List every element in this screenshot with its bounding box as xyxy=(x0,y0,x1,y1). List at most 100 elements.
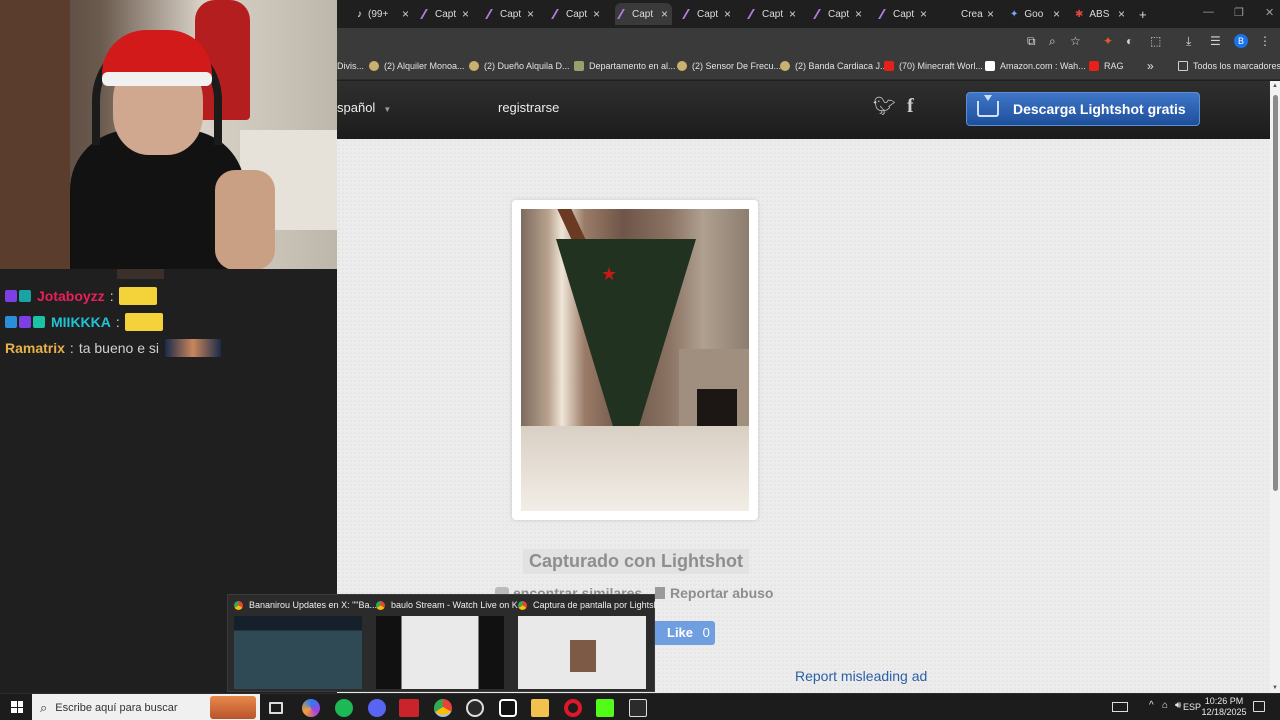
screenshot-image[interactable]: ★ xyxy=(521,209,749,511)
keyboard-icon[interactable] xyxy=(1112,702,1128,712)
new-tab-button[interactable]: + xyxy=(1139,3,1147,25)
page-scrollbar[interactable]: ▲ ▼ xyxy=(1270,81,1280,693)
kick-icon[interactable] xyxy=(596,699,614,717)
volume-icon[interactable]: 🔊︎ xyxy=(1175,700,1181,711)
window-preview[interactable]: Captura de pantalla por Lightsh... xyxy=(512,595,666,693)
task-view-icon[interactable] xyxy=(269,702,283,714)
tab-lightshot-active[interactable]: Capt × xyxy=(615,3,672,25)
close-tab-icon[interactable]: × xyxy=(402,7,409,21)
close-tab-icon[interactable]: × xyxy=(661,7,668,21)
facebook-like-button[interactable]: Like 0 xyxy=(647,621,715,645)
tab-abs[interactable]: ✱ ABS × xyxy=(1075,3,1125,25)
capcut-icon[interactable] xyxy=(499,699,517,717)
scrollbar-thumb[interactable] xyxy=(1273,95,1278,491)
like-label: Like xyxy=(667,625,694,640)
bookmark-label: Divis... xyxy=(337,61,364,71)
extension-fox-icon[interactable]: ✦ xyxy=(1103,34,1113,48)
close-tab-icon[interactable]: × xyxy=(789,7,796,21)
profile-avatar[interactable]: B xyxy=(1234,34,1248,48)
twitter-icon[interactable]: 🐦︎ xyxy=(873,96,896,117)
bookmark-item[interactable]: Divis... xyxy=(337,61,364,71)
tab-label: Capt xyxy=(762,8,784,20)
spotify-icon[interactable] xyxy=(335,699,353,717)
copilot-icon[interactable] xyxy=(302,699,320,717)
like-count: 0 xyxy=(702,625,710,640)
bookmark-item[interactable]: Departamento en al... xyxy=(574,61,676,71)
bookmarks-overflow-button[interactable]: » xyxy=(1147,59,1154,73)
restore-icon[interactable]: ❐ xyxy=(1234,6,1244,19)
tab-gemini[interactable]: ✦ Goo × xyxy=(1010,3,1060,25)
menu-icon[interactable]: ⋮ xyxy=(1259,34,1271,48)
bookmark-label: (2) Dueño Alquila D... xyxy=(484,61,570,71)
file-explorer-icon[interactable] xyxy=(531,699,549,717)
close-tab-icon[interactable]: × xyxy=(987,7,994,21)
marketplace-icon xyxy=(469,61,479,71)
chat-message: MIIKKKA : xyxy=(5,313,163,331)
obs-icon[interactable] xyxy=(466,699,484,717)
amazon-icon xyxy=(985,61,995,71)
close-tab-icon[interactable]: × xyxy=(462,7,469,21)
tab-tiktok[interactable]: ♪ (99+ × xyxy=(357,3,409,25)
taskbar-search-input[interactable]: ⌕ Escribe aquí para buscar xyxy=(32,694,260,720)
close-tab-icon[interactable]: × xyxy=(724,7,731,21)
media-control-icon[interactable]: ☰ xyxy=(1210,34,1221,48)
opera-icon[interactable] xyxy=(564,699,582,717)
close-tab-icon[interactable]: × xyxy=(855,7,862,21)
epic-games-icon[interactable] xyxy=(629,699,647,717)
bookmark-item[interactable]: (2) Banda Cardiaca J... xyxy=(780,61,888,71)
bookmark-label: RAG xyxy=(1104,61,1124,71)
all-bookmarks-folder[interactable]: Todos los marcadores xyxy=(1178,61,1280,71)
network-icon[interactable]: ⌂ xyxy=(1162,700,1168,711)
taskbar-clock[interactable]: 10:26 PM 12/18/2025 xyxy=(1197,696,1251,718)
download-button-label: Descarga Lightshot gratis xyxy=(1013,101,1186,117)
bookmark-star-icon[interactable]: ☆ xyxy=(1070,34,1081,48)
extension-icon[interactable]: ◐ xyxy=(1126,34,1133,48)
report-misleading-ad-link[interactable]: Report misleading ad xyxy=(795,668,927,684)
bookmark-item[interactable]: (70) Minecraft Worl... xyxy=(884,61,983,71)
window-preview[interactable]: Bananirou Updates en X: ""Ba... xyxy=(228,595,377,693)
close-tab-icon[interactable]: × xyxy=(593,7,600,21)
pikachu-emote-icon xyxy=(124,313,163,331)
facebook-icon[interactable]: f xyxy=(907,95,914,118)
register-link[interactable]: registrarse xyxy=(498,100,559,115)
tab-lightshot[interactable]: Capt × xyxy=(682,3,731,25)
tab-lightshot[interactable]: Capt × xyxy=(551,3,600,25)
bookmark-item[interactable]: RAG xyxy=(1089,61,1124,71)
discord-icon[interactable] xyxy=(368,699,386,717)
tab-lightshot[interactable]: Capt × xyxy=(420,3,469,25)
extensions-puzzle-icon[interactable]: ⬚ xyxy=(1150,34,1161,48)
scroll-up-icon[interactable]: ▲ xyxy=(1272,83,1278,89)
minimize-icon[interactable]: — xyxy=(1203,6,1214,18)
scroll-down-icon[interactable]: ▼ xyxy=(1272,685,1278,691)
close-tab-icon[interactable]: × xyxy=(920,7,927,21)
notifications-icon[interactable] xyxy=(1253,701,1265,712)
downloads-icon[interactable]: ⤓ xyxy=(1186,34,1191,49)
tab-lightshot[interactable]: Capt × xyxy=(485,3,534,25)
tab-lightshot[interactable]: Capt × xyxy=(747,3,796,25)
voicemeeter-icon[interactable] xyxy=(399,699,419,717)
download-lightshot-button[interactable]: Descarga Lightshot gratis xyxy=(966,92,1200,126)
language-selector[interactable]: spañol ▼ xyxy=(337,100,391,115)
chrome-icon[interactable] xyxy=(434,699,452,717)
badge-icon xyxy=(33,316,45,328)
close-window-icon[interactable]: ✕ xyxy=(1265,6,1274,19)
tab-lightshot[interactable]: Capt × xyxy=(878,3,927,25)
tab-label: Capt xyxy=(566,8,588,20)
chevron-up-icon[interactable]: ^ xyxy=(1149,700,1154,711)
tab-crea[interactable]: Crea × xyxy=(961,3,994,25)
close-tab-icon[interactable]: × xyxy=(1053,7,1060,21)
zoom-icon[interactable]: ⌕ xyxy=(1049,34,1056,49)
bookmark-item[interactable]: (2) Alquiler Monoa... xyxy=(369,61,465,71)
close-tab-icon[interactable]: × xyxy=(527,7,534,21)
download-icon xyxy=(977,95,999,117)
window-preview[interactable]: baulo Stream - Watch Live on K... xyxy=(370,595,525,693)
report-abuse-link[interactable]: Reportar abuso xyxy=(655,585,773,601)
close-tab-icon[interactable]: × xyxy=(1118,7,1125,21)
streamer-arm xyxy=(215,170,275,269)
bookmark-item[interactable]: Amazon.com : Wah... xyxy=(985,61,1086,71)
bookmark-item[interactable]: (2) Dueño Alquila D... xyxy=(469,61,570,71)
tab-lightshot[interactable]: Capt × xyxy=(813,3,862,25)
bookmark-item[interactable]: (2) Sensor De Frecu... xyxy=(677,61,781,71)
install-app-icon[interactable]: ⧉ xyxy=(1027,34,1036,49)
windows-start-icon[interactable] xyxy=(11,701,23,713)
